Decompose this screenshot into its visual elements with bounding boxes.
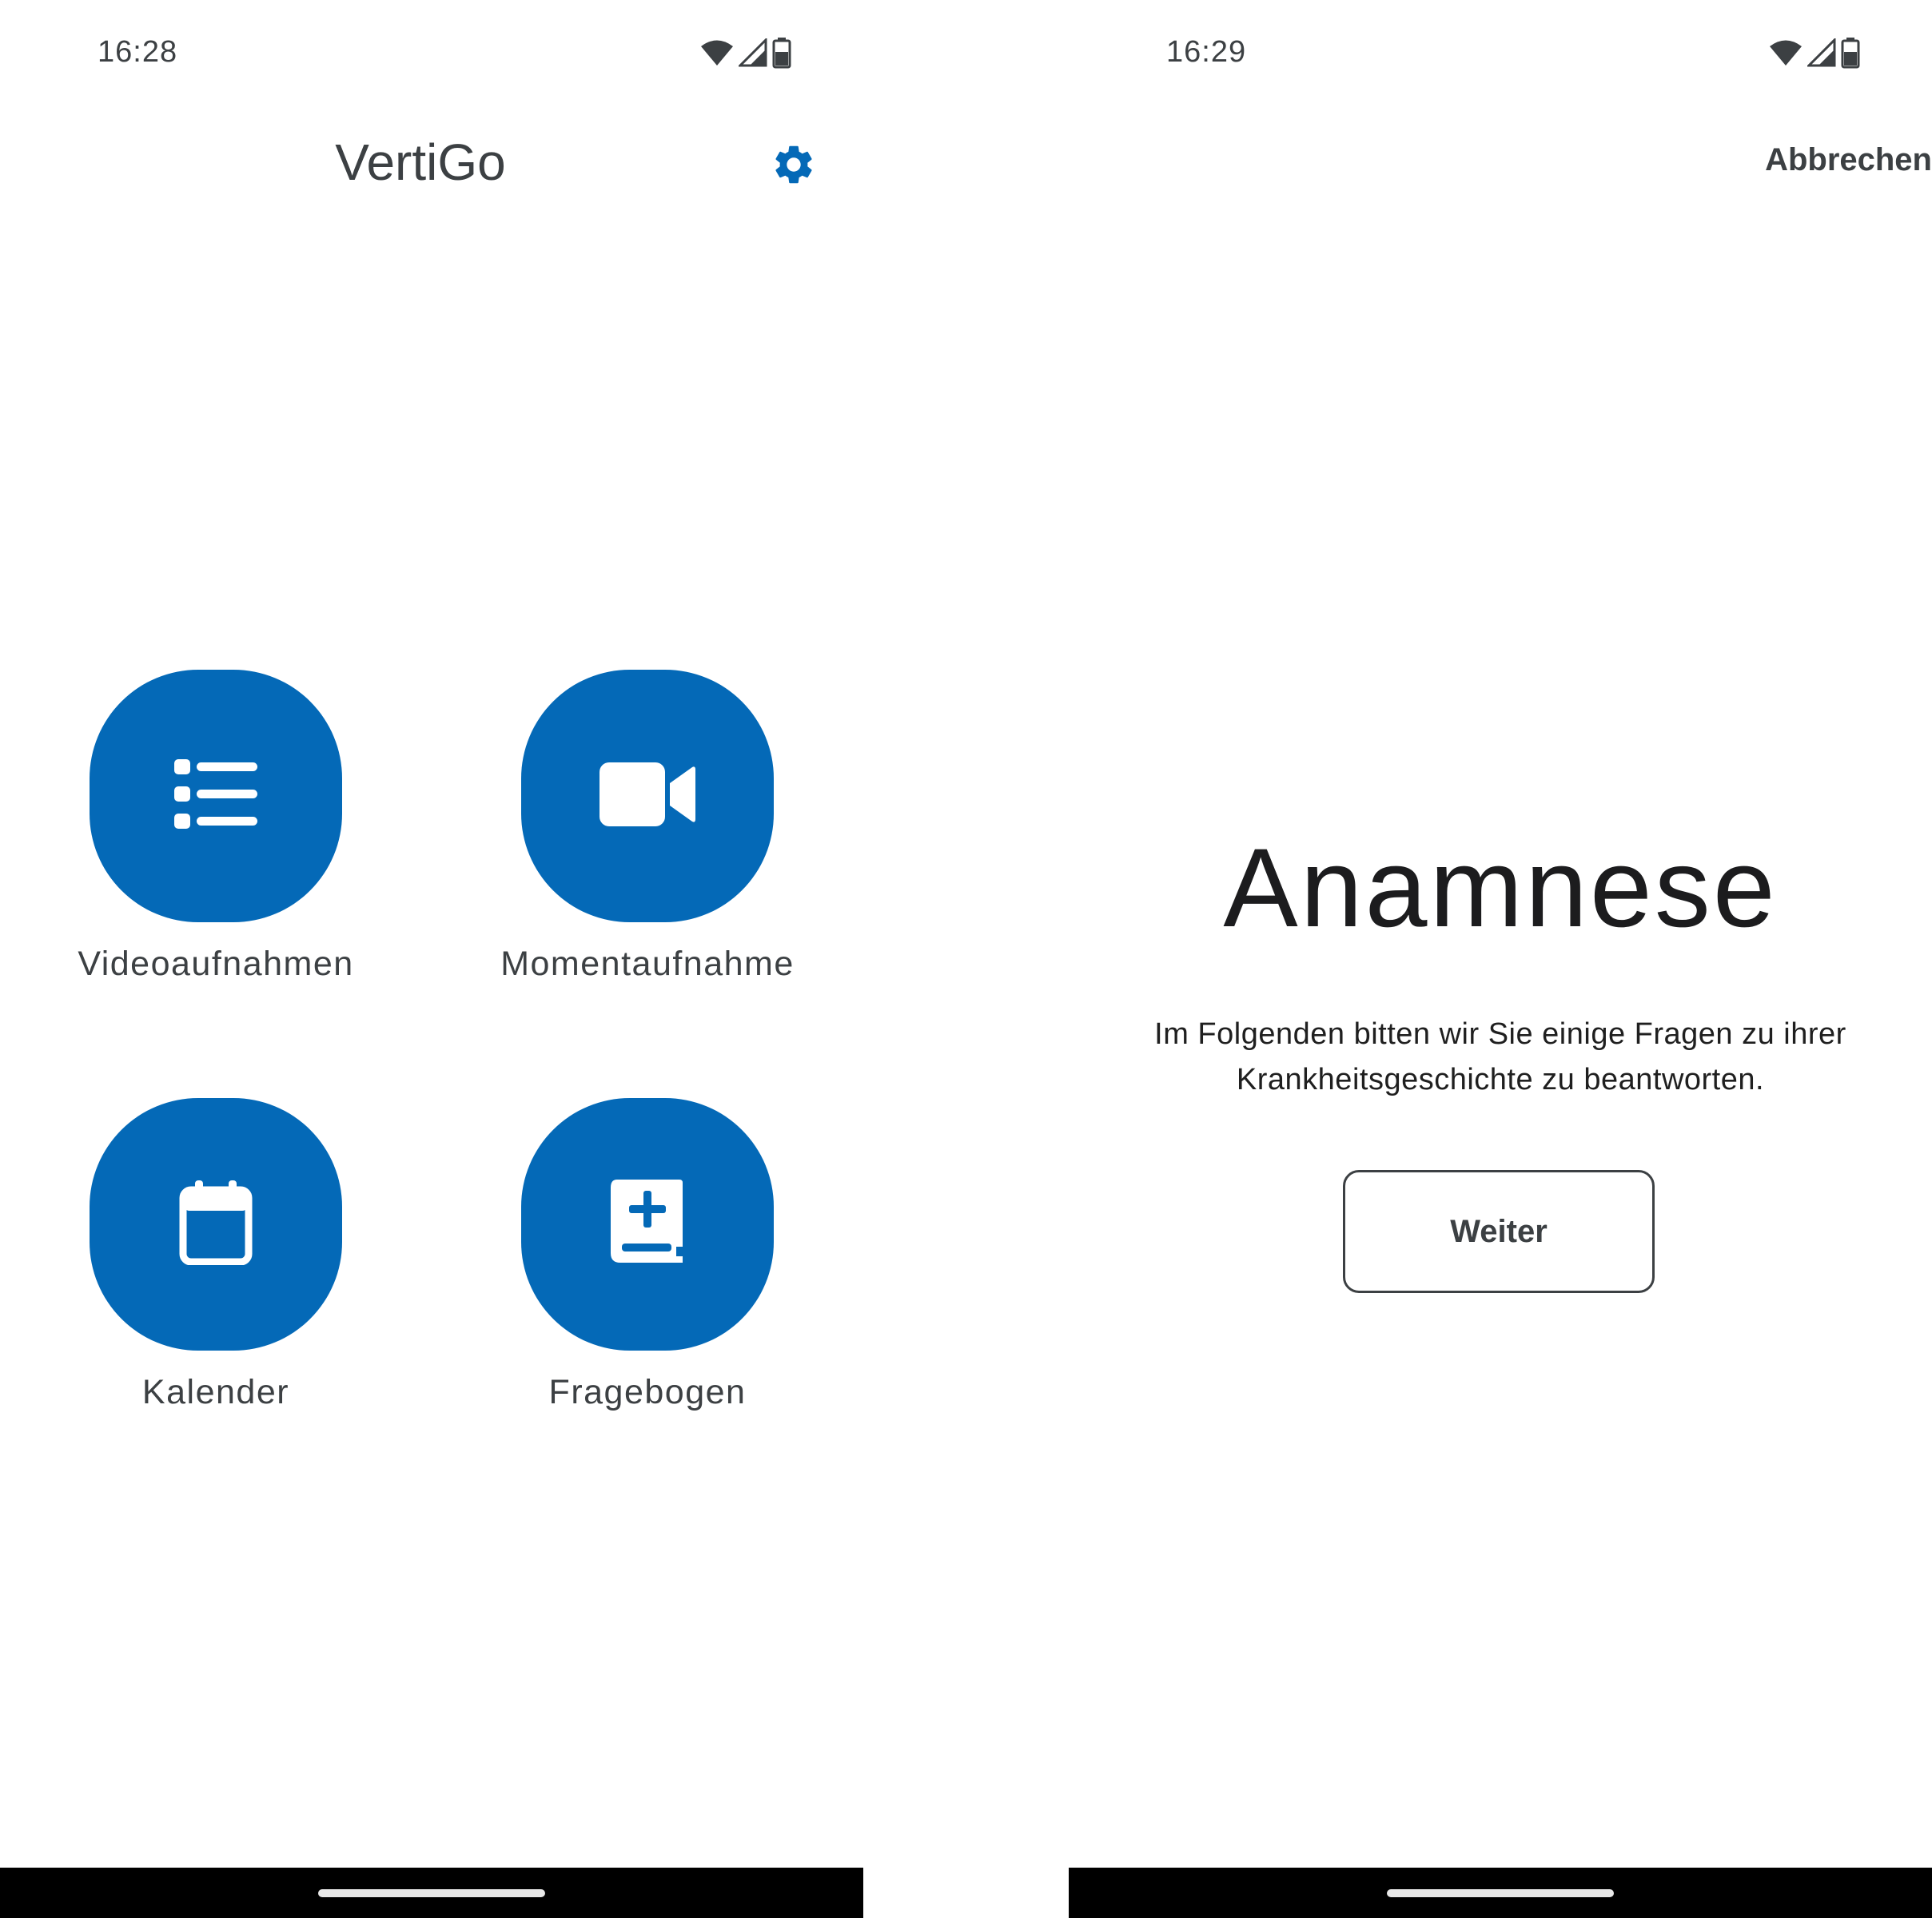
status-time: 16:28 xyxy=(98,35,178,69)
next-button[interactable]: Weiter xyxy=(1343,1170,1655,1293)
battery-icon xyxy=(1841,37,1860,69)
status-time: 16:29 xyxy=(1166,35,1247,69)
list-icon xyxy=(174,758,257,834)
status-icons xyxy=(1769,35,1860,70)
videoaufnahmen-button[interactable] xyxy=(90,670,342,922)
intro-text-line: Im Folgenden bitten wir Sie einige Frage… xyxy=(1154,1017,1846,1051)
page-title: Anamnese xyxy=(1223,825,1778,950)
tile-videoaufnahmen: Videoaufnahmen xyxy=(64,670,368,984)
intro-text-line: Krankheitsgeschichte zu beantworten. xyxy=(1236,1063,1765,1096)
kalender-button[interactable] xyxy=(90,1098,342,1351)
tile-label: Videoaufnahmen xyxy=(78,945,354,983)
cellular-signal-icon xyxy=(739,38,767,67)
battery-icon xyxy=(772,37,791,69)
app-title: VertiGo xyxy=(335,133,506,191)
settings-button[interactable] xyxy=(771,141,817,188)
home-indicator[interactable] xyxy=(318,1889,545,1897)
cellular-signal-icon xyxy=(1807,38,1836,67)
tile-kalender: Kalender xyxy=(64,1098,368,1412)
home-screen: 16:28 VertiGo Videoaufnahmen Momentaufna… xyxy=(0,0,863,1918)
medical-book-icon xyxy=(609,1179,686,1270)
status-icons xyxy=(700,35,791,70)
tile-label: Momentaufnahme xyxy=(500,945,795,983)
video-camera-icon xyxy=(600,762,695,830)
navigation-bar xyxy=(1069,1868,1932,1918)
tile-label: Kalender xyxy=(141,1373,290,1411)
tile-fragebogen: Fragebogen xyxy=(496,1098,799,1412)
status-bar: 16:29 xyxy=(1069,0,1932,108)
cancel-button[interactable]: Abbrechen xyxy=(1765,142,1932,178)
wifi-icon xyxy=(1769,39,1803,66)
home-indicator[interactable] xyxy=(1387,1889,1614,1897)
fragebogen-button[interactable] xyxy=(521,1098,774,1351)
intro-text: Im Folgenden bitten wir Sie einige Frage… xyxy=(1117,1012,1884,1103)
momentaufnahme-button[interactable] xyxy=(521,670,774,922)
gear-icon xyxy=(771,145,817,191)
status-bar: 16:28 xyxy=(0,0,863,108)
tile-momentaufnahme: Momentaufnahme xyxy=(496,670,799,984)
wifi-icon xyxy=(700,39,734,66)
anamnese-screen: 16:29 Abbrechen Anamnese Im Folgenden bi… xyxy=(1069,0,1932,1918)
navigation-bar xyxy=(0,1868,863,1918)
calendar-icon xyxy=(179,1180,253,1269)
tile-label: Fragebogen xyxy=(548,1373,747,1411)
